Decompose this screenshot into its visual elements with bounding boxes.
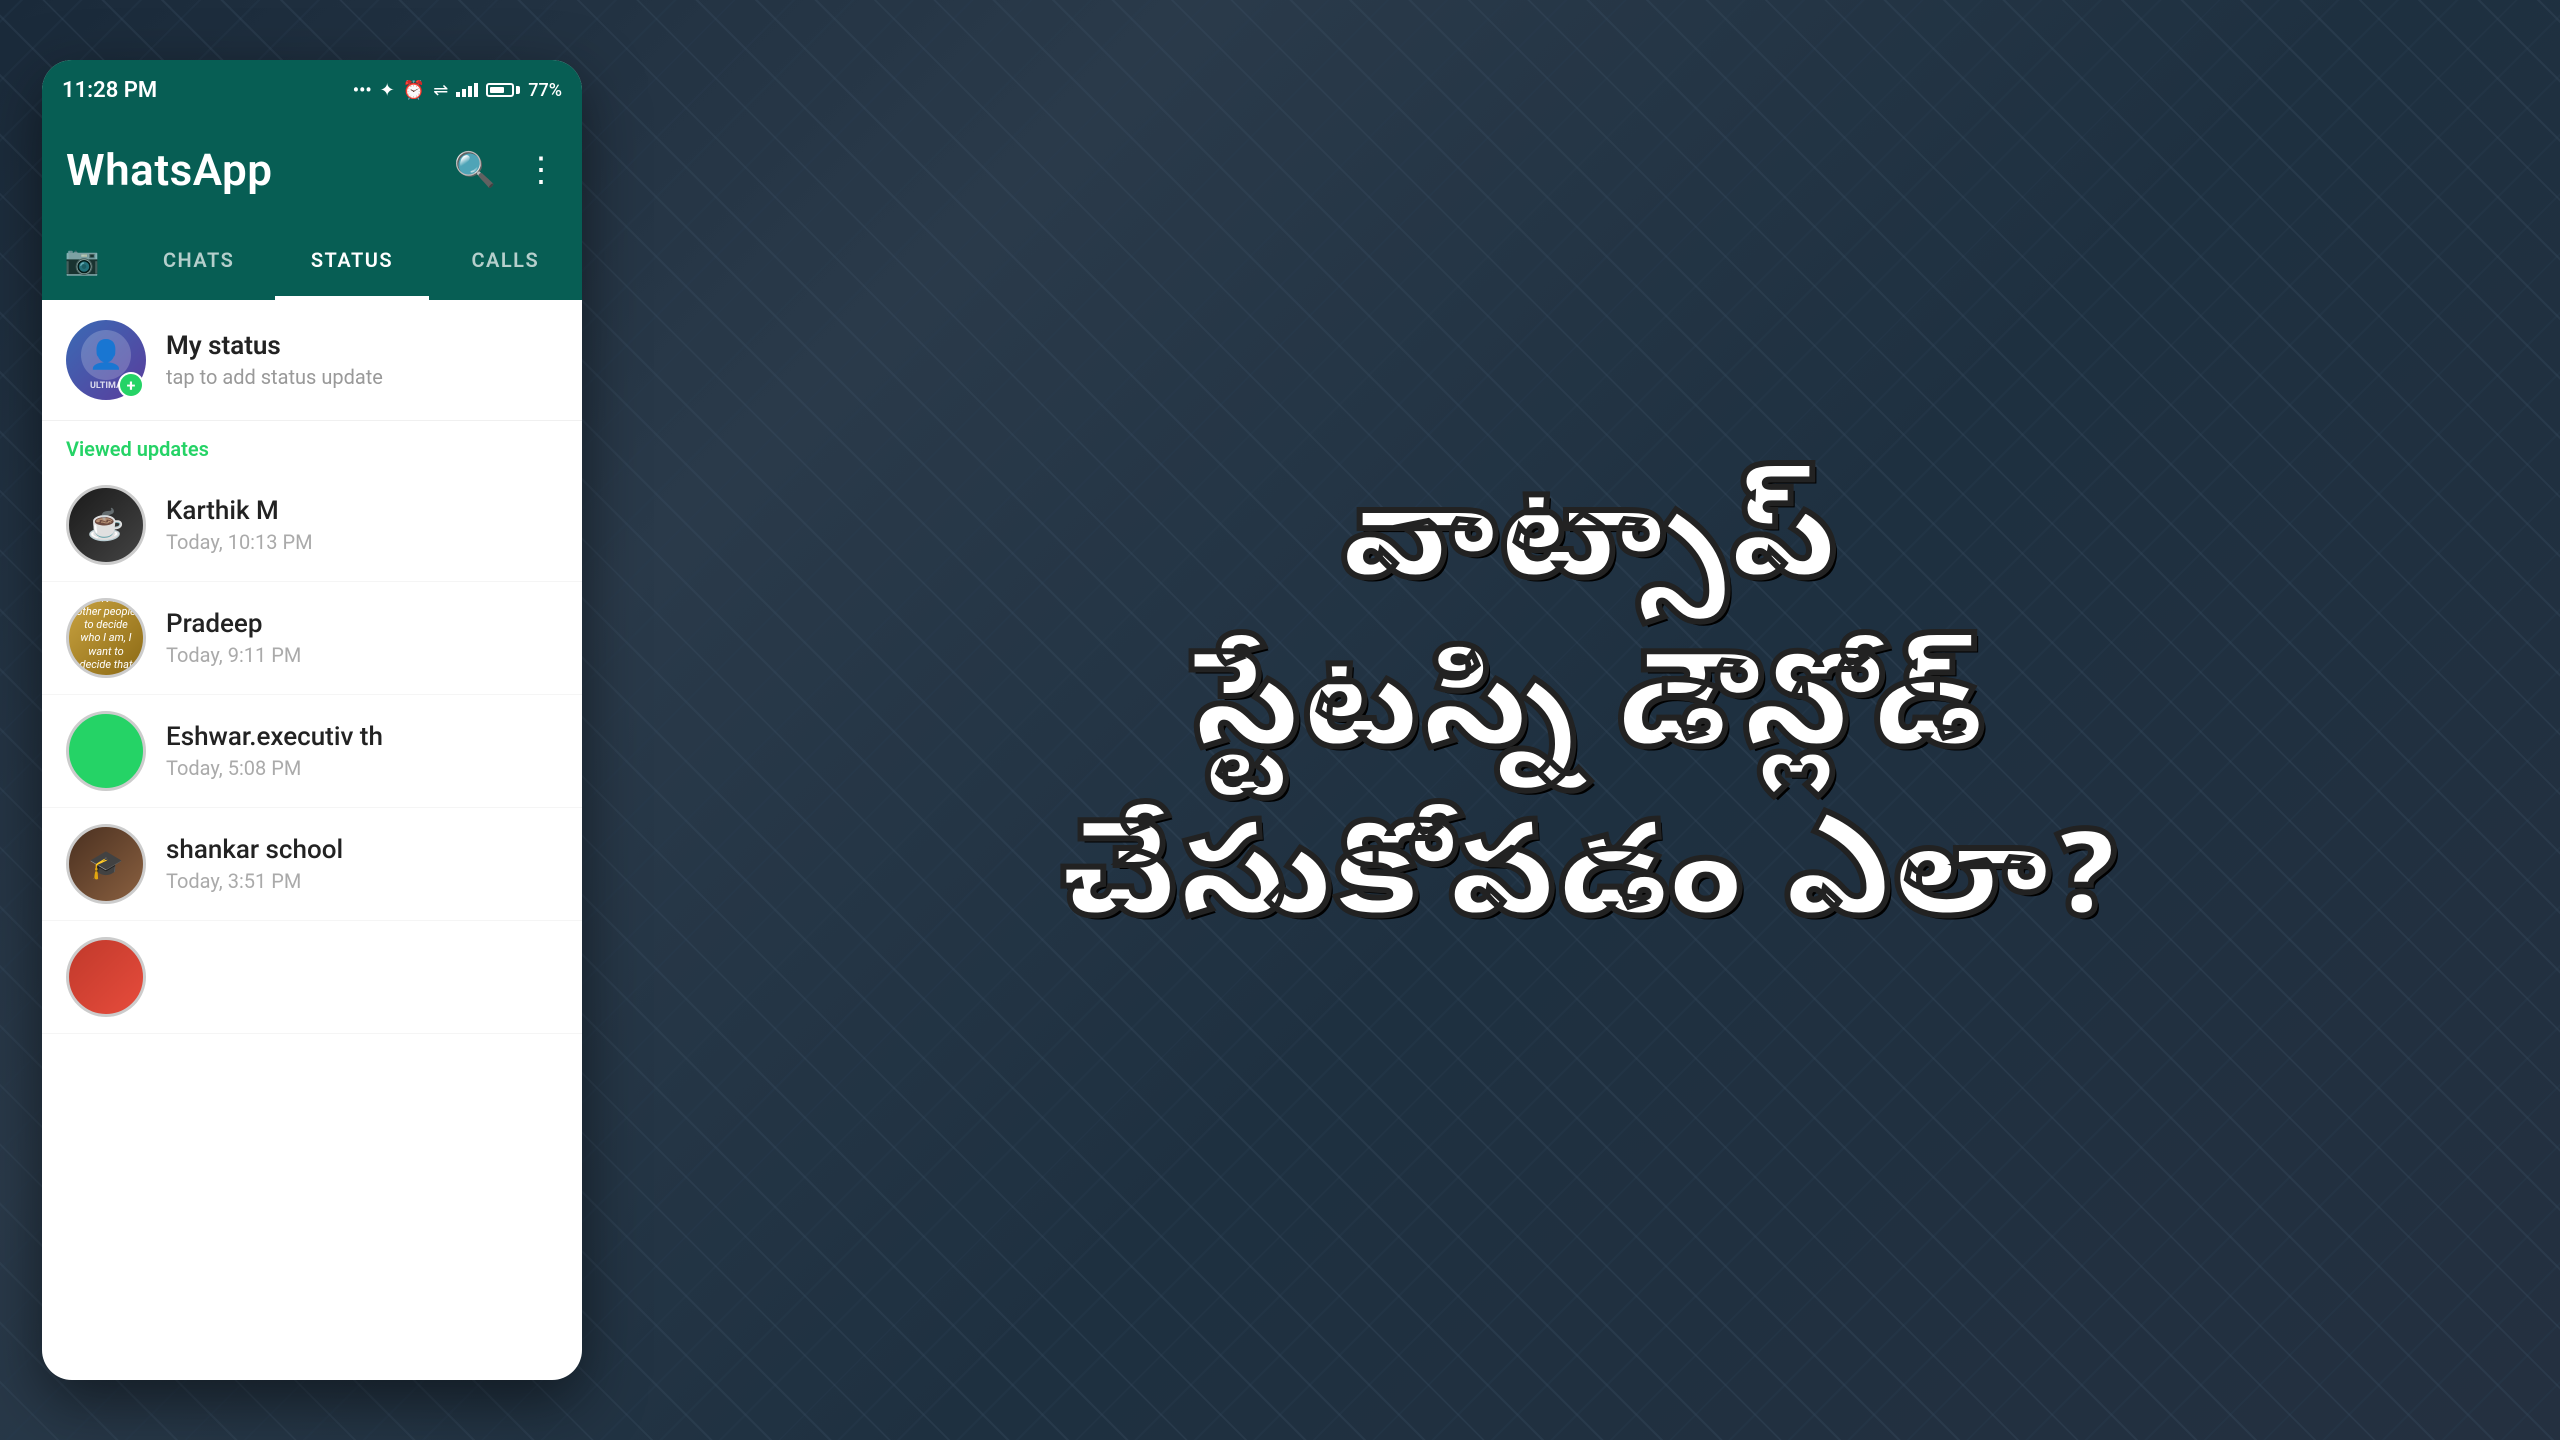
karthik-info: Karthik M Today, 10:13 PM xyxy=(166,496,558,554)
content-area: 👤 ULTIMA + My status tap to add status u… xyxy=(42,300,582,1034)
pradeep-name: Pradeep xyxy=(166,609,558,639)
eshwar-time: Today, 5:08 PM xyxy=(166,756,558,780)
karthik-avatar: ☕ xyxy=(66,485,146,565)
partial-avatar-container xyxy=(66,937,146,1017)
my-status-row[interactable]: 👤 ULTIMA + My status tap to add status u… xyxy=(42,300,582,421)
partial-avatar xyxy=(66,937,146,1017)
tab-calls[interactable]: CALLS xyxy=(429,220,582,300)
dots-icon: ••• xyxy=(353,80,372,101)
more-options-icon[interactable]: ⋮ xyxy=(524,150,558,190)
status-item-karthik[interactable]: ☕ Karthik M Today, 10:13 PM xyxy=(42,469,582,582)
eshwar-avatar xyxy=(66,711,146,791)
my-status-info: My status tap to add status update xyxy=(166,331,558,389)
karthik-avatar-container: ☕ xyxy=(66,485,146,565)
my-status-name: My status xyxy=(166,331,558,361)
telugu-line-1: వాట్సాప్ xyxy=(1060,467,2119,636)
battery-percentage: 77% xyxy=(528,80,562,101)
status-bar: 11:28 PM ••• ✦ ⏰ ⇌ 77% xyxy=(42,60,582,120)
my-status-avatar-container: 👤 ULTIMA + xyxy=(66,320,146,400)
add-status-badge: + xyxy=(118,372,144,398)
karthik-time: Today, 10:13 PM xyxy=(166,530,558,554)
shankar-name: shankar school xyxy=(166,835,558,865)
viewed-updates-title: Viewed updates xyxy=(66,437,209,461)
tab-camera[interactable]: 📷 xyxy=(42,244,122,277)
status-item-eshwar[interactable]: Eshwar.executiv th Today, 5:08 PM xyxy=(42,695,582,808)
wifi-icon: ⇌ xyxy=(433,80,448,101)
status-item-pradeep[interactable]: "I don't want other people to decide who… xyxy=(42,582,582,695)
viewed-updates-header: Viewed updates xyxy=(42,421,582,469)
battery-icon xyxy=(486,83,520,97)
tab-chats[interactable]: CHATS xyxy=(122,220,275,300)
shankar-avatar-container: 🎓 xyxy=(66,824,146,904)
search-icon[interactable]: 🔍 xyxy=(454,150,496,190)
telugu-line-3: చేసుకోవడం ఎలా? xyxy=(1060,805,2119,974)
header-icons: 🔍 ⋮ xyxy=(454,150,558,190)
status-bar-icons: ••• ✦ ⏰ ⇌ 77% xyxy=(353,80,562,101)
eshwar-name: Eshwar.executiv th xyxy=(166,722,558,752)
my-status-subtitle: tap to add status update xyxy=(166,365,558,389)
app-title: WhatsApp xyxy=(66,144,273,196)
app-header: WhatsApp 🔍 ⋮ xyxy=(42,120,582,220)
shankar-info: shankar school Today, 3:51 PM xyxy=(166,835,558,893)
eshwar-avatar-container xyxy=(66,711,146,791)
pradeep-avatar: "I don't want other people to decide who… xyxy=(66,598,146,678)
telugu-overlay: వాట్సాప్ స్టేటస్ని డౌన్లోడ్ చేసుకోవడం ఎల… xyxy=(620,0,2560,1440)
status-item-partial[interactable] xyxy=(42,921,582,1034)
pradeep-info: Pradeep Today, 9:11 PM xyxy=(166,609,558,667)
telugu-line-2: స్టేటస్ని డౌన్లోడ్ xyxy=(1060,636,2119,805)
camera-icon: 📷 xyxy=(65,244,100,277)
phone-mockup: 11:28 PM ••• ✦ ⏰ ⇌ 77% WhatsApp � xyxy=(42,60,582,1380)
tab-bar: 📷 CHATS STATUS CALLS xyxy=(42,220,582,300)
telugu-text-block: వాట్సాప్ స్టేటస్ని డౌన్లోడ్ చేసుకోవడం ఎల… xyxy=(1060,467,2119,974)
eshwar-info: Eshwar.executiv th Today, 5:08 PM xyxy=(166,722,558,780)
shankar-avatar: 🎓 xyxy=(66,824,146,904)
signal-icon xyxy=(456,83,478,97)
status-bar-time: 11:28 PM xyxy=(62,78,157,103)
karthik-name: Karthik M xyxy=(166,496,558,526)
pradeep-time: Today, 9:11 PM xyxy=(166,643,558,667)
tab-status[interactable]: STATUS xyxy=(275,220,428,300)
shankar-time: Today, 3:51 PM xyxy=(166,869,558,893)
pradeep-avatar-container: "I don't want other people to decide who… xyxy=(66,598,146,678)
status-item-shankar[interactable]: 🎓 shankar school Today, 3:51 PM xyxy=(42,808,582,921)
bluetooth-icon: ✦ xyxy=(380,80,395,101)
alarm-icon: ⏰ xyxy=(403,80,425,101)
